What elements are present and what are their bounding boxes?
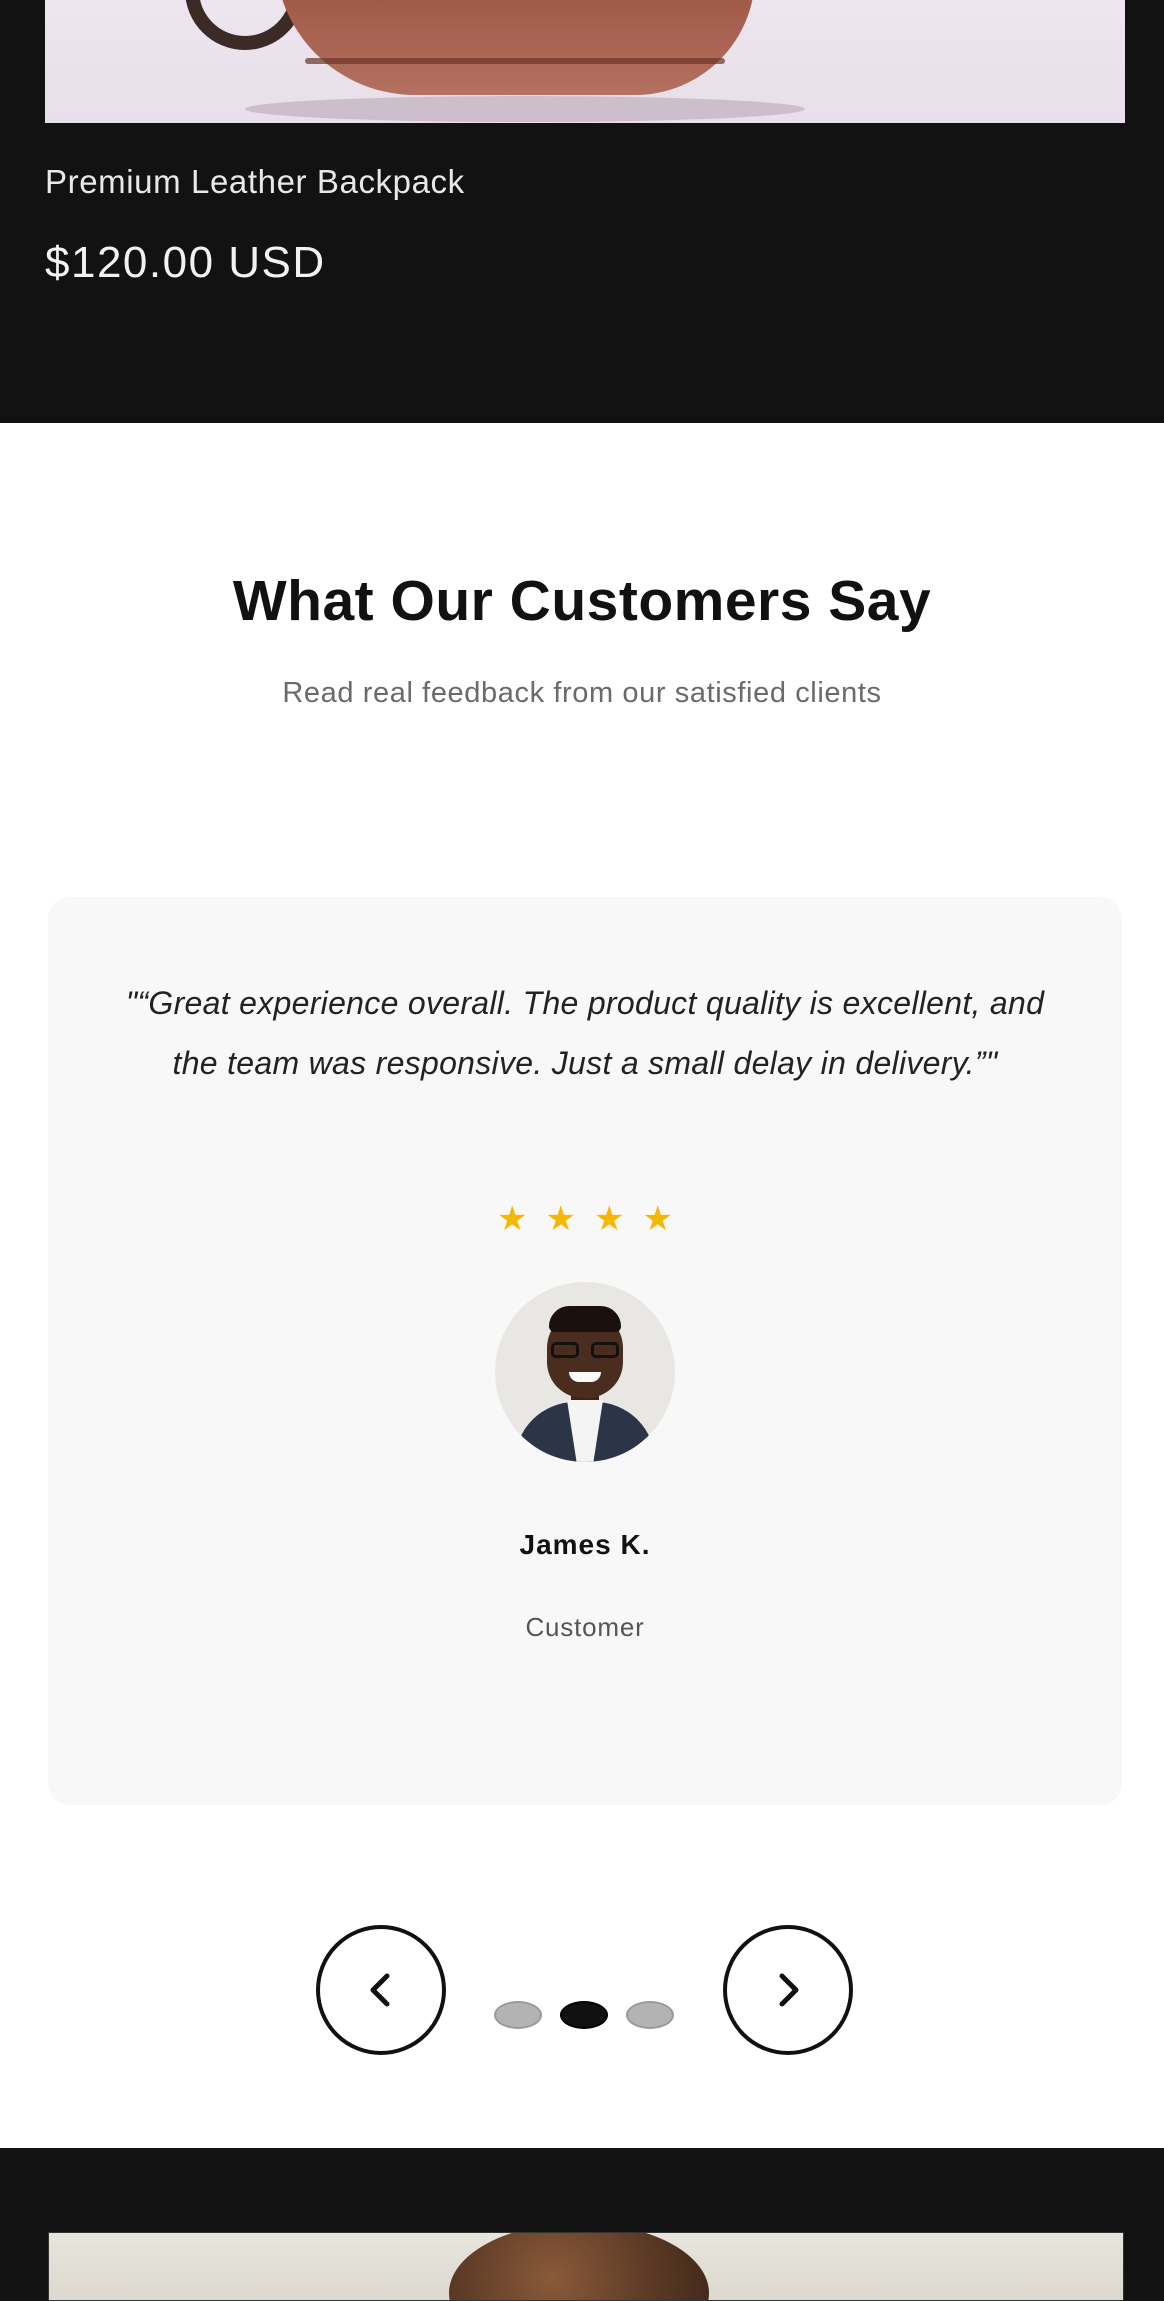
next-button[interactable] bbox=[723, 1925, 853, 2055]
backpack-seam bbox=[305, 58, 725, 64]
previous-button[interactable] bbox=[316, 1925, 446, 2055]
pagination-dot[interactable] bbox=[560, 2001, 608, 2029]
product-section: Premium Leather Backpack $120.00 USD bbox=[0, 0, 1164, 423]
section-image bbox=[48, 2232, 1124, 2301]
product-price: $120.00 USD bbox=[45, 238, 326, 287]
product-shadow bbox=[245, 96, 805, 122]
pagination-dot[interactable] bbox=[626, 2001, 674, 2029]
customer-role: Customer bbox=[525, 1612, 645, 1642]
testimonial-quote: "“Great experience overall. The product … bbox=[125, 985, 1045, 1081]
chevron-left-icon bbox=[370, 1973, 390, 2007]
backpack-body bbox=[275, 0, 755, 95]
star-icon: ★ bbox=[545, 1200, 576, 1238]
avatar-lens-left bbox=[551, 1342, 579, 1358]
avatar-smile bbox=[569, 1372, 601, 1382]
testimonial-card: "“Great experience overall. The product … bbox=[48, 897, 1122, 1805]
section-heading: What Our Customers Say bbox=[232, 569, 932, 633]
testimonials-section: What Our Customers Say Read real feedbac… bbox=[0, 423, 1164, 2148]
pagination-dots bbox=[494, 2001, 674, 2029]
product-title[interactable]: Premium Leather Backpack bbox=[45, 163, 465, 201]
avatar bbox=[495, 1282, 675, 1462]
section-subheading: Read real feedback from our satisfied cl… bbox=[282, 677, 882, 709]
portrait-hair bbox=[449, 2233, 709, 2300]
avatar-glasses bbox=[551, 1342, 619, 1358]
star-rating: ★ ★ ★ ★ bbox=[48, 1202, 1122, 1236]
avatar-hair bbox=[549, 1306, 621, 1332]
next-section bbox=[0, 2148, 1164, 2301]
product-image[interactable] bbox=[45, 0, 1125, 123]
star-icon: ★ bbox=[497, 1200, 528, 1238]
customer-name: James K. bbox=[519, 1529, 651, 1560]
chevron-right-icon bbox=[779, 1973, 799, 2007]
star-icon: ★ bbox=[642, 1200, 673, 1238]
pagination-dot[interactable] bbox=[494, 2001, 542, 2029]
star-icon: ★ bbox=[594, 1200, 625, 1238]
avatar-lens-right bbox=[591, 1342, 619, 1358]
